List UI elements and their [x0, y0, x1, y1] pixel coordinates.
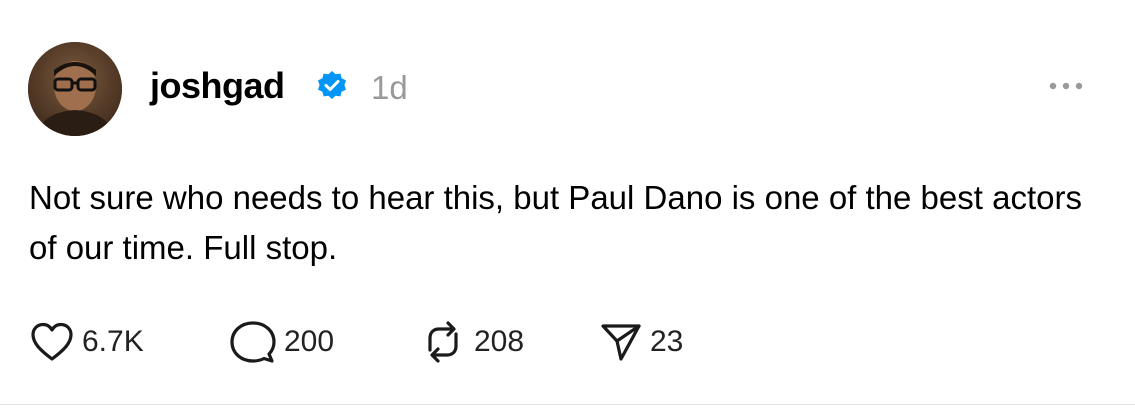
divider — [0, 404, 1135, 405]
profile-photo-icon — [28, 42, 122, 136]
repost-count: 208 — [474, 325, 525, 358]
repost-button[interactable]: 208 — [420, 318, 600, 366]
verified-badge-icon — [318, 71, 346, 99]
post-text: Not sure who needs to hear this, but Pau… — [29, 179, 1082, 266]
send-icon — [601, 324, 641, 361]
like-count: 6.7K — [82, 325, 144, 358]
reply-button[interactable]: 200 — [230, 318, 420, 366]
action-bar: 6.7K 200 208 23 — [30, 318, 720, 366]
username[interactable]: joshgad — [150, 64, 285, 108]
ellipsis-icon[interactable] — [1046, 78, 1086, 94]
share-button[interactable]: 23 — [600, 318, 720, 366]
thread-post: joshgad 1d Not sure who needs to hear th… — [0, 0, 1135, 410]
post-timestamp: 1d — [371, 69, 408, 106]
reply-count: 200 — [284, 325, 335, 358]
comment-icon — [230, 321, 276, 363]
repost-icon — [428, 321, 458, 363]
like-button[interactable]: 6.7K — [30, 318, 230, 366]
heart-icon — [31, 322, 73, 361]
share-count: 23 — [650, 325, 684, 358]
avatar[interactable] — [28, 42, 122, 136]
